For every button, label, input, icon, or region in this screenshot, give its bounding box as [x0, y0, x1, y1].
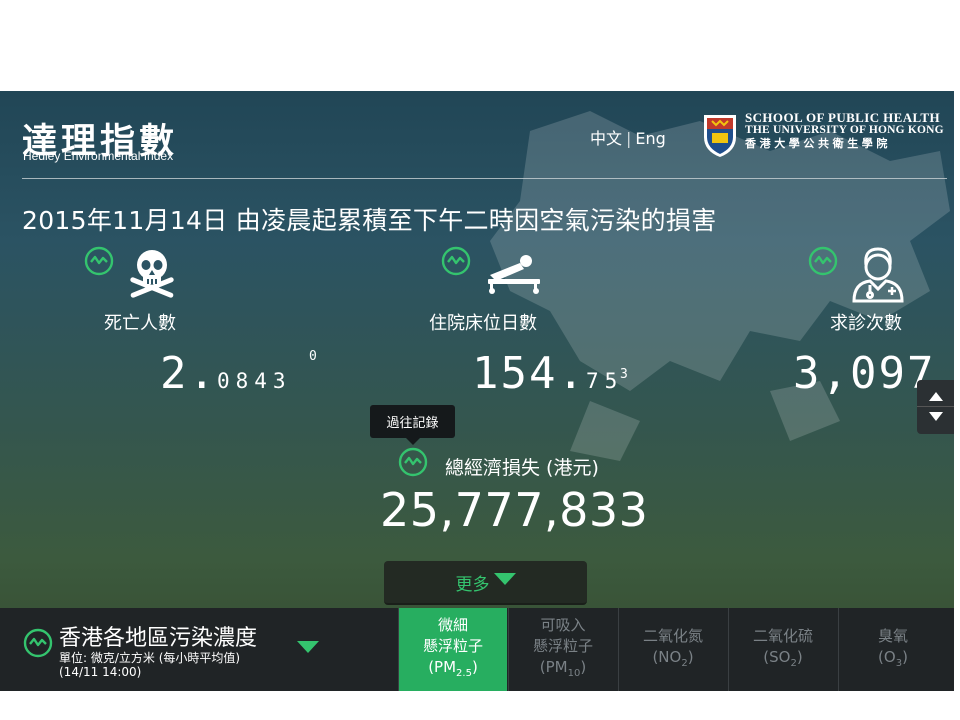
pollution-time: (14/11 14:00)	[59, 665, 142, 679]
side-scroll-control	[917, 380, 954, 434]
bed-days-value-main: 154.	[472, 348, 586, 399]
hospital-bed-icon	[488, 255, 540, 294]
tab-code: (SO2)	[763, 647, 803, 669]
wave-icon[interactable]	[398, 447, 428, 477]
pollution-unit: 單位: 微克/立方米 (每小時平均值)	[59, 651, 241, 665]
pollution-bar: 香港各地區污染濃度 單位: 微克/立方米 (每小時平均值) (14/11 14:…	[0, 608, 954, 691]
arrow-divider	[917, 406, 954, 407]
language-switcher: 中文 | Eng	[590, 125, 666, 149]
bed-days-value-decimals: 75	[585, 369, 624, 393]
tab-code: (PM2.5)	[428, 658, 478, 679]
arrow-up-icon[interactable]	[929, 392, 943, 401]
lang-chinese-link[interactable]: 中文	[590, 129, 622, 148]
wave-icon[interactable]	[84, 246, 114, 276]
school-name: SCHOOL OF PUBLIC HEALTH THE UNIVERSITY O…	[745, 111, 944, 152]
tab-no2[interactable]: 二氧化氮 (NO2)	[618, 608, 727, 691]
deaths-value-decimals: 0843	[216, 369, 292, 393]
deaths-rolling-digit: 0	[309, 349, 317, 364]
tab-line1: 可吸入	[540, 616, 586, 634]
hku-crest-icon[interactable]	[700, 111, 740, 159]
tab-line2: 二氧化氮	[642, 626, 703, 645]
tab-code: (O3)	[878, 647, 908, 669]
bed-days-rolling-digit: 3	[620, 367, 628, 382]
wave-icon[interactable]	[23, 628, 53, 658]
visits-label: 求診次數	[830, 313, 902, 334]
school-name-line2: THE UNIVERSITY OF HONG KONG	[745, 124, 944, 136]
doctor-icon	[852, 247, 904, 303]
tab-line2: 懸浮粒子	[422, 637, 483, 655]
tab-pm10[interactable]: 可吸入 懸浮粒子 (PM10)	[508, 608, 617, 691]
history-tooltip: 過往記錄	[370, 405, 455, 445]
bed-days-label: 住院床位日數	[429, 313, 537, 334]
skull-icon	[130, 250, 174, 298]
school-name-line3: 香港大學公共衛生學院	[745, 138, 891, 150]
bed-days-value: 154.75	[472, 348, 623, 399]
dropdown-triangle-icon	[493, 573, 516, 585]
more-button[interactable]: 更多	[384, 561, 587, 605]
deaths-value-main: 2.	[160, 348, 217, 399]
lang-separator: |	[626, 129, 632, 148]
tab-code: (PM10)	[539, 658, 587, 679]
lang-english-link[interactable]: Eng	[635, 129, 665, 148]
total-loss-label: 總經濟損失 (港元)	[445, 457, 599, 479]
dashboard: 達理指數 Hedley Environmental Index 中文 | Eng S…	[0, 91, 954, 691]
tab-line1: 微細	[437, 616, 468, 634]
deaths-value: 2.0843	[160, 348, 292, 399]
tab-line2: 懸浮粒子	[532, 637, 593, 655]
more-button-label: 更多	[455, 574, 490, 595]
wave-icon[interactable]	[441, 246, 471, 276]
total-loss-value: 25,777,833	[380, 483, 649, 537]
page-headline: 2015年11月14日 由凌晨起累積至下午二時因空氣污染的損害	[22, 206, 717, 235]
dropdown-triangle-icon[interactable]	[297, 641, 319, 653]
arrow-down-icon[interactable]	[929, 412, 943, 421]
tab-o3[interactable]: 臭氧 (O3)	[838, 608, 947, 691]
tab-line2: 二氧化硫	[752, 626, 813, 645]
district-pollution-title: 香港各地區污染濃度	[59, 626, 258, 651]
tab-line2: 臭氧	[877, 626, 908, 645]
deaths-label: 死亡人數	[104, 313, 176, 334]
wave-icon[interactable]	[808, 246, 838, 276]
tab-code: (NO2)	[652, 647, 694, 669]
tab-pm25[interactable]: 微細 懸浮粒子 (PM2.5)	[398, 608, 507, 691]
school-name-line1: SCHOOL OF PUBLIC HEALTH	[745, 110, 940, 125]
tab-so2[interactable]: 二氧化硫 (SO2)	[728, 608, 837, 691]
logo-english: Hedley Environmental Index	[23, 149, 174, 163]
header-divider	[22, 178, 947, 179]
